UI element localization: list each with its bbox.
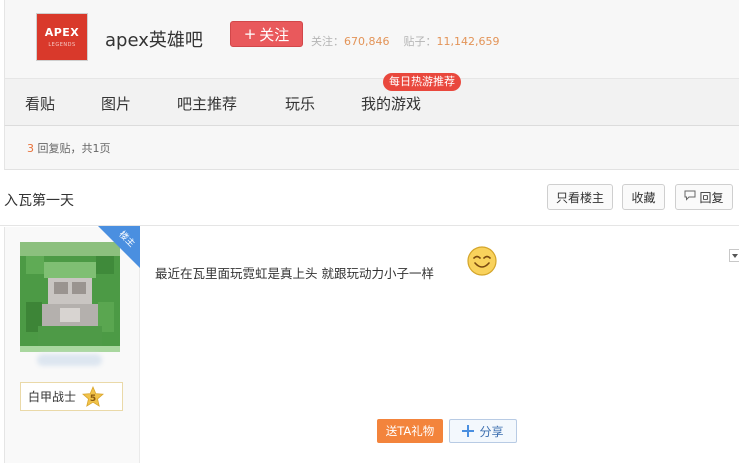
op-corner-tag: 楼主	[98, 226, 140, 268]
share-button[interactable]: 分享	[449, 419, 517, 443]
plus-icon	[462, 425, 475, 437]
logo-subtext: LEGENDS	[48, 42, 76, 48]
nav-item-my-games[interactable]: 我的游戏	[361, 93, 421, 114]
only-op-button[interactable]: 只看楼主	[547, 184, 613, 210]
reply-label: 回复	[699, 190, 724, 205]
follow-label: 关注	[259, 25, 290, 44]
post-menu-dropdown[interactable]	[729, 249, 739, 262]
daily-games-badge[interactable]: 每日热游推荐	[383, 73, 461, 91]
nav-item-images[interactable]: 图片	[101, 93, 131, 114]
reply-info-bar: 3 回复贴，共1页	[4, 126, 739, 170]
send-gift-button[interactable]: 送TA礼物	[377, 419, 443, 443]
comment-icon	[684, 190, 696, 204]
followers-label: 关注：	[311, 35, 344, 48]
nav-item-featured[interactable]: 吧主推荐	[177, 93, 237, 114]
followers-count: 670,846	[344, 35, 390, 48]
level-badge[interactable]: 白甲战士 5	[20, 382, 123, 411]
forum-name[interactable]: apex英雄吧	[105, 26, 203, 52]
level-number: 5	[90, 394, 96, 404]
smiley-icon	[466, 245, 498, 277]
forum-header: APEX LEGENDS apex英雄吧 + 关注 关注：670,846 贴子：1…	[4, 0, 739, 78]
reply-count-info: 3 回复贴，共1页	[27, 140, 111, 156]
post-content: 最近在瓦里面玩霓虹是真上头 就跟玩动力小子一样	[155, 266, 434, 281]
nav-item-fun[interactable]: 玩乐	[285, 93, 315, 114]
level-star-icon: 5	[82, 385, 105, 408]
forum-logo[interactable]: APEX LEGENDS	[36, 13, 88, 61]
author-sidebar: 楼主 白甲战士 5	[5, 226, 140, 463]
username[interactable]	[37, 354, 102, 366]
thread-title: 入瓦第一天	[4, 193, 74, 209]
level-title: 白甲战士	[28, 390, 77, 404]
reply-button[interactable]: 回复	[675, 184, 733, 210]
plus-icon: +	[243, 25, 257, 43]
posts-count: 11,142,659	[436, 35, 500, 48]
chevron-down-icon	[731, 253, 738, 258]
reply-count: 3	[27, 142, 34, 155]
favorite-button[interactable]: 收藏	[622, 184, 665, 210]
logo-text: APEX	[44, 26, 80, 39]
nav-item-posts[interactable]: 看贴	[25, 93, 55, 114]
posts-label: 贴子：	[403, 35, 437, 48]
follow-button[interactable]: + 关注	[230, 21, 303, 47]
post: 楼主 白甲战士 5 最近在瓦里面玩霓虹是真上头 就跟玩动力小子一样 送TA礼物	[4, 226, 739, 463]
forum-nav: 看贴 图片 吧主推荐 玩乐 我的游戏 每日热游推荐	[4, 73, 739, 126]
share-label: 分享	[479, 424, 504, 439]
thread-title-row: 入瓦第一天 只看楼主 收藏 回复	[0, 170, 739, 226]
reply-count-text: 回复贴，共1页	[34, 142, 111, 155]
forum-stats: 关注：670,846 贴子：11,142,659	[311, 33, 499, 49]
